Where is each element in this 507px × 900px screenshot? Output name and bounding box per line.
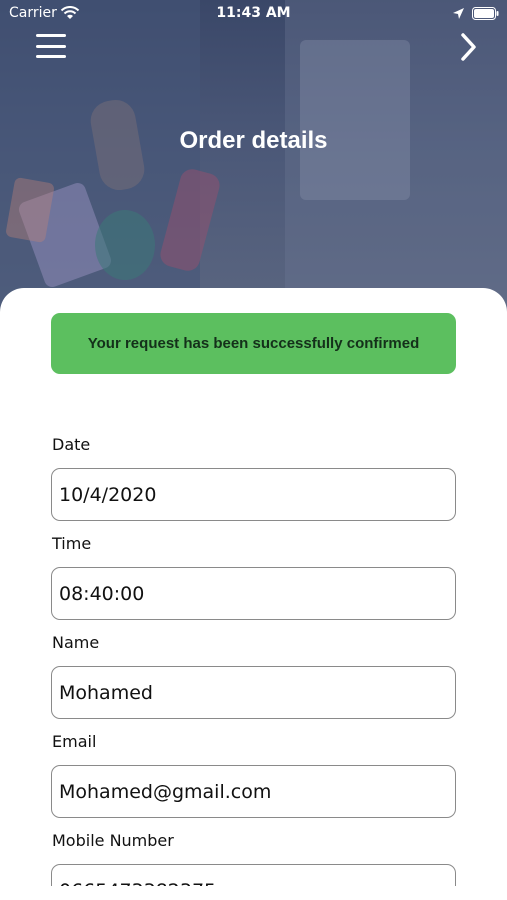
status-time: 11:43 AM bbox=[216, 5, 291, 21]
email-label: Email bbox=[52, 732, 97, 751]
hamburger-menu-icon bbox=[36, 34, 66, 37]
chevron-right-icon[interactable] bbox=[455, 30, 483, 64]
date-label: Date bbox=[52, 435, 91, 454]
page-title: Order details bbox=[179, 127, 328, 154]
email-field[interactable]: Mohamed@gmail.com bbox=[51, 765, 456, 818]
battery-icon bbox=[472, 7, 499, 20]
date-field[interactable]: 10/4/2020 bbox=[51, 468, 456, 521]
name-field[interactable]: Mohamed bbox=[51, 666, 456, 719]
success-banner: Your request has been successfully confi… bbox=[51, 313, 456, 374]
menu-button[interactable] bbox=[36, 34, 66, 58]
bg-shape bbox=[300, 40, 410, 200]
header-background-image bbox=[0, 0, 507, 320]
scroll-clip bbox=[0, 886, 507, 900]
bg-shape bbox=[95, 210, 155, 280]
status-bar: Carrier 11:43 AM bbox=[0, 0, 507, 28]
location-arrow-icon bbox=[453, 8, 464, 19]
name-label: Name bbox=[52, 633, 100, 652]
hamburger-menu-icon bbox=[36, 55, 66, 58]
time-label: Time bbox=[52, 534, 92, 553]
time-field[interactable]: 08:40:00 bbox=[51, 567, 456, 620]
mobile-number-label: Mobile Number bbox=[52, 831, 174, 850]
order-details-card: Your request has been successfully confi… bbox=[0, 288, 507, 900]
hamburger-menu-icon bbox=[36, 44, 66, 48]
